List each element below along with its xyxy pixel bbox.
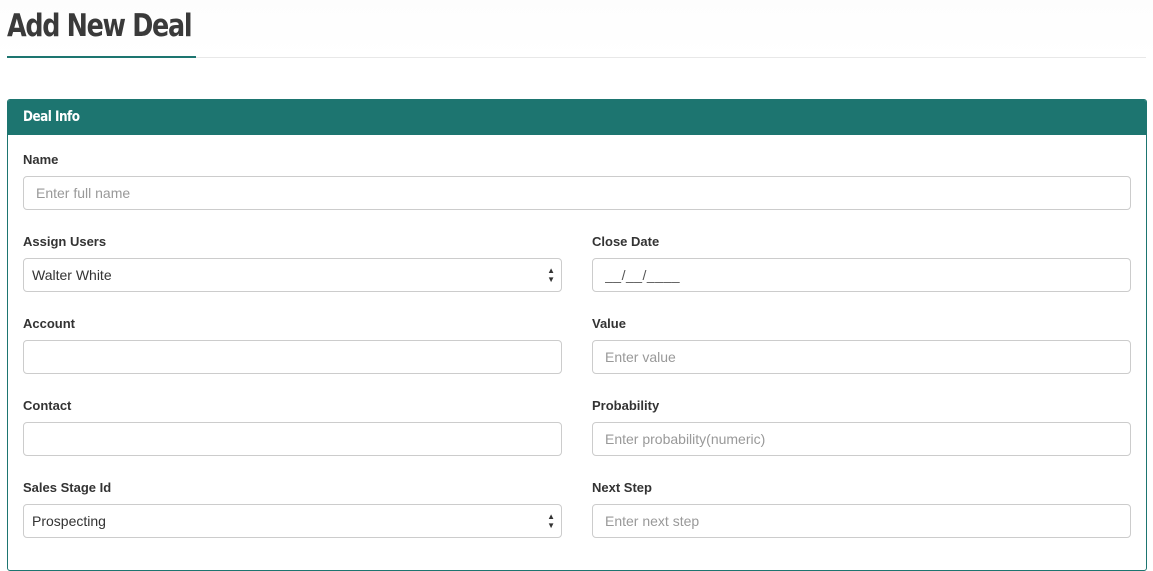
name-input[interactable] xyxy=(23,176,1131,210)
deal-info-panel: Deal Info Name Assign Users Walter White… xyxy=(7,99,1147,571)
account-field-group: Account xyxy=(23,316,562,374)
title-underline xyxy=(7,56,196,58)
next-step-label: Next Step xyxy=(592,480,652,495)
close-date-field-group: Close Date xyxy=(592,234,1131,292)
assign-users-label: Assign Users xyxy=(23,234,107,249)
sales-stage-label: Sales Stage Id xyxy=(23,480,112,495)
up-down-arrows-icon: ▲ ▼ xyxy=(547,266,555,284)
value-input[interactable] xyxy=(592,340,1131,374)
value-field-group: Value xyxy=(592,316,1131,374)
name-field-group: Name xyxy=(23,152,1131,210)
assign-users-field-group: Assign Users Walter White ▲ ▼ xyxy=(23,234,562,292)
probability-field-group: Probability xyxy=(592,398,1131,456)
contact-input[interactable] xyxy=(23,422,562,456)
next-step-field-group: Next Step xyxy=(592,480,1131,538)
close-date-label: Close Date xyxy=(592,234,660,249)
value-label: Value xyxy=(592,316,626,331)
contact-label: Contact xyxy=(23,398,72,413)
header-divider xyxy=(196,57,1146,58)
contact-field-group: Contact xyxy=(23,398,562,456)
up-down-arrows-icon: ▲ ▼ xyxy=(547,512,555,530)
sales-stage-selected-value: Prospecting xyxy=(32,513,106,529)
sales-stage-select[interactable]: Prospecting ▲ ▼ xyxy=(23,504,562,538)
panel-heading: Deal Info xyxy=(8,100,1146,135)
probability-input[interactable] xyxy=(592,422,1131,456)
sales-stage-field-group: Sales Stage Id Prospecting ▲ ▼ xyxy=(23,480,562,538)
account-input[interactable] xyxy=(23,340,562,374)
assign-users-selected-value: Walter White xyxy=(32,267,112,283)
page-title: Add New Deal xyxy=(7,8,193,44)
account-label: Account xyxy=(23,316,75,331)
page-header: Add New Deal xyxy=(0,0,1153,58)
assign-users-select[interactable]: Walter White ▲ ▼ xyxy=(23,258,562,292)
close-date-input[interactable] xyxy=(592,258,1131,292)
next-step-input[interactable] xyxy=(592,504,1131,538)
name-label: Name xyxy=(23,152,59,167)
panel-title: Deal Info xyxy=(23,109,80,125)
probability-label: Probability xyxy=(592,398,660,413)
